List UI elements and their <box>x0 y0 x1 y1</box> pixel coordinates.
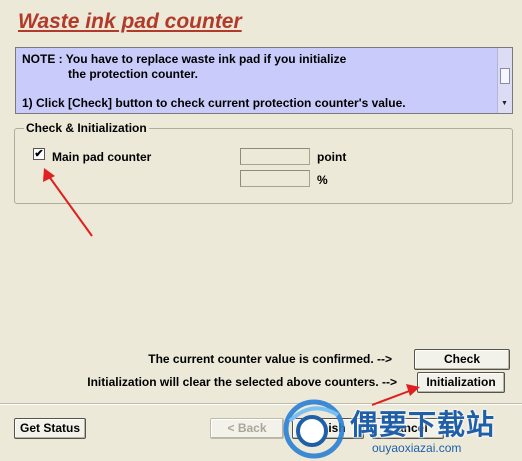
watermark-url: ouyaoxiazai.com <box>372 441 462 455</box>
watermark-cn-text: 偶要下载站 <box>350 408 496 441</box>
arrow-to-checkbox-icon <box>43 168 93 237</box>
annotation-arrows <box>43 168 420 406</box>
watermark-logo-icon <box>283 399 345 459</box>
watermark: 偶要下载站 ouyaoxiazai.com <box>280 397 522 461</box>
